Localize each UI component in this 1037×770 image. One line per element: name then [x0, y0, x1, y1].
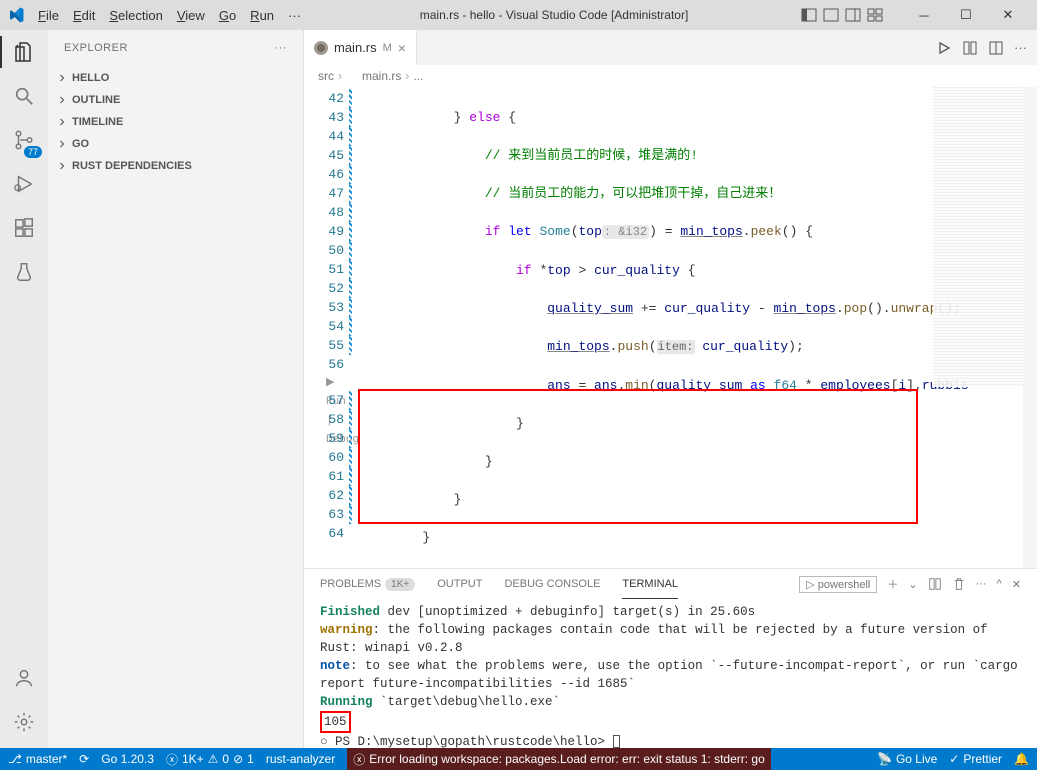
- sidebar-section-outline[interactable]: OUTLINE: [48, 89, 303, 111]
- tab-debug-console[interactable]: DEBUG CONSOLE: [504, 578, 600, 590]
- tab-modified-indicator: M: [383, 42, 392, 54]
- tab-close-icon[interactable]: ×: [398, 40, 406, 56]
- panel-more-icon[interactable]: ···: [976, 578, 987, 590]
- scm-icon[interactable]: 77: [10, 126, 38, 154]
- layout-icons: [801, 7, 883, 23]
- layout-toggle-bottom-icon[interactable]: [823, 7, 839, 23]
- breadcrumb-more[interactable]: ...: [413, 69, 423, 83]
- layout-toggle-left-icon[interactable]: [801, 7, 817, 23]
- status-branch[interactable]: ⎇ master*: [8, 752, 67, 766]
- scm-badge: 77: [24, 146, 42, 158]
- highlight-box-output: 105: [320, 711, 351, 733]
- vscode-icon: [8, 7, 24, 23]
- activity-bar: 77: [0, 30, 48, 748]
- titlebar: File Edit Selection View Go Run ··· main…: [0, 0, 1037, 30]
- split-icon[interactable]: [962, 40, 978, 56]
- status-go-live[interactable]: 📡 Go Live: [877, 752, 937, 766]
- menu-bar: File Edit Selection View Go Run ···: [32, 4, 307, 27]
- minimize-button[interactable]: ─: [903, 0, 945, 30]
- panel: PROBLEMS1K+ OUTPUT DEBUG CONSOLE TERMINA…: [304, 568, 1037, 748]
- extensions-icon[interactable]: [10, 214, 38, 242]
- sidebar: EXPLORER ··· HELLO OUTLINE TIMELINE GO R…: [48, 30, 304, 748]
- sidebar-title: EXPLORER: [64, 42, 128, 54]
- gutter: 424344454647484950515253545556 ▶ Run | D…: [304, 87, 360, 568]
- panel-tabs: PROBLEMS1K+ OUTPUT DEBUG CONSOLE TERMINA…: [304, 569, 1037, 599]
- sidebar-section-timeline[interactable]: TIMELINE: [48, 111, 303, 133]
- trash-icon[interactable]: [952, 577, 966, 591]
- menu-run[interactable]: Run: [244, 4, 280, 27]
- layout-customize-icon[interactable]: [867, 7, 883, 23]
- account-icon[interactable]: [10, 664, 38, 692]
- sidebar-section-hello[interactable]: HELLO: [48, 67, 303, 89]
- maximize-panel-icon[interactable]: ^: [997, 578, 1002, 590]
- status-problems[interactable]: ⓧ 1K+ ⚠ 0 ⊘ 1: [166, 751, 254, 768]
- breadcrumb-main-rs[interactable]: main.rs: [362, 69, 401, 83]
- tab-problems[interactable]: PROBLEMS1K+: [320, 578, 415, 591]
- breadcrumbs[interactable]: src › main.rs › ...: [304, 65, 1037, 87]
- scrollbar-vertical[interactable]: [1023, 87, 1037, 568]
- sidebar-section-rust-deps[interactable]: RUST DEPENDENCIES: [48, 155, 303, 177]
- window-title: main.rs - hello - Visual Studio Code [Ad…: [307, 8, 801, 22]
- sidebar-header: EXPLORER ···: [48, 30, 303, 65]
- terminal-dropdown-icon[interactable]: ⌄: [908, 578, 917, 591]
- problems-badge: 1K+: [385, 578, 415, 591]
- layout-toggle-right-icon[interactable]: [845, 7, 861, 23]
- menu-more[interactable]: ···: [282, 4, 307, 27]
- terminal[interactable]: Finished dev [unoptimized + debuginfo] t…: [304, 599, 1037, 748]
- run-icon[interactable]: [936, 40, 952, 56]
- status-go-version[interactable]: Go 1.20.3: [101, 752, 154, 766]
- menu-go[interactable]: Go: [213, 4, 242, 27]
- breadcrumb-src[interactable]: src: [318, 69, 334, 83]
- editor-more-icon[interactable]: ···: [1014, 40, 1027, 55]
- menu-file[interactable]: File: [32, 4, 65, 27]
- tab-main-rs[interactable]: main.rs M ×: [304, 30, 417, 65]
- settings-icon[interactable]: [10, 708, 38, 736]
- sidebar-section-go[interactable]: GO: [48, 133, 303, 155]
- close-panel-icon[interactable]: ✕: [1012, 578, 1021, 591]
- explorer-icon[interactable]: [10, 38, 38, 66]
- sidebar-more-icon[interactable]: ···: [275, 42, 288, 54]
- status-notifications-icon[interactable]: 🔔: [1014, 752, 1029, 766]
- layout-icon[interactable]: [988, 40, 1004, 56]
- status-prettier[interactable]: ✓ Prettier: [949, 752, 1002, 766]
- add-terminal-icon[interactable]: ＋: [887, 576, 898, 592]
- tab-terminal[interactable]: TERMINAL: [622, 569, 678, 599]
- rust-icon: [314, 41, 328, 55]
- status-error-message[interactable]: ⓧ Error loading workspace: packages.Load…: [347, 748, 771, 770]
- rust-icon: [346, 70, 358, 82]
- status-sync[interactable]: ⟳: [79, 752, 89, 766]
- editor-area: main.rs M × ··· src › main.rs › ... 4243…: [304, 30, 1037, 748]
- code-editor[interactable]: 424344454647484950515253545556 ▶ Run | D…: [304, 87, 1037, 568]
- codelens-run-debug[interactable]: ▶ Run | Debug: [304, 374, 344, 391]
- search-icon[interactable]: [10, 82, 38, 110]
- window-controls: ─ ☐ ✕: [903, 0, 1029, 30]
- menu-view[interactable]: View: [171, 4, 211, 27]
- menu-edit[interactable]: Edit: [67, 4, 101, 27]
- tab-label: main.rs: [334, 40, 377, 55]
- debug-icon[interactable]: [10, 170, 38, 198]
- menu-selection[interactable]: Selection: [103, 4, 168, 27]
- statusbar: ⎇ master* ⟳ Go 1.20.3 ⓧ 1K+ ⚠ 0 ⊘ 1 rust…: [0, 748, 1037, 770]
- maximize-button[interactable]: ☐: [945, 0, 987, 30]
- close-button[interactable]: ✕: [987, 0, 1029, 30]
- tab-bar: main.rs M × ···: [304, 30, 1037, 65]
- minimap[interactable]: [933, 87, 1023, 387]
- terminal-shell-select[interactable]: ▷ powershell: [799, 576, 877, 593]
- tab-output[interactable]: OUTPUT: [437, 578, 482, 590]
- split-terminal-icon[interactable]: [928, 577, 942, 591]
- status-rust-analyzer[interactable]: rust-analyzer: [266, 752, 335, 766]
- test-icon[interactable]: [10, 258, 38, 286]
